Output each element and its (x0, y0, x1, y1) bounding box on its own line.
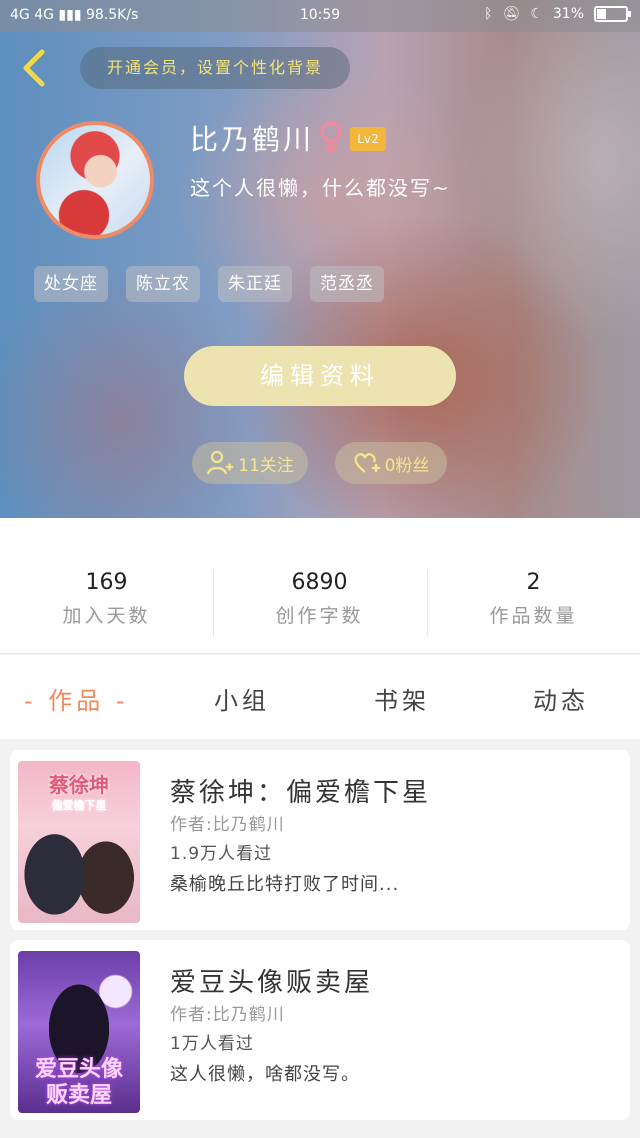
avatar[interactable] (36, 121, 154, 239)
tag-item[interactable]: 范丞丞 (310, 266, 384, 302)
work-views: 1.9万人看过 (170, 844, 273, 864)
cover-subtitle: 贩卖屋 (45, 1083, 112, 1108)
vip-banner-button[interactable]: 开通会员，设置个性化背景 (80, 47, 350, 89)
tab-bar: - 作品 - 小组 书架 动态 (0, 655, 640, 739)
profile-header: 4G 4G ▮▮▮ 98.5K/s 10:59 ᛒ 🔕︎ ☾ 31% 开通会员，… (0, 0, 640, 518)
heart-plus-icon (354, 453, 380, 473)
fans-count: 0粉丝 (384, 455, 430, 476)
edit-profile-button[interactable]: 编辑资料 (184, 346, 456, 406)
battery-level (597, 9, 606, 19)
work-author: 作者:比乃鹤川 (170, 1005, 285, 1025)
tag-item[interactable]: 处女座 (34, 266, 108, 302)
book-cover: 爱豆头像 贩卖屋 (18, 951, 140, 1113)
status-icons: ᛒ 🔕︎ ☾ 31% (484, 6, 631, 22)
stat-value: 169 (85, 570, 128, 595)
stats-panel: 169 加入天数 6890 创作字数 2 作品数量 (0, 518, 640, 654)
cover-subtitle: 偏爱檐下星 (51, 799, 107, 812)
work-author: 作者:比乃鹤川 (170, 815, 285, 835)
cover-title: 蔡徐坤 (49, 773, 109, 797)
fans-button[interactable]: 0粉丝 (335, 442, 447, 484)
work-title: 蔡徐坤：偏爱檐下星 (170, 778, 432, 808)
following-button[interactable]: 11关注 (192, 442, 308, 484)
level-badge: Lv2 (350, 127, 386, 151)
work-description: 桑榆晚丘比特打败了时间... (170, 874, 400, 895)
work-description: 这人很懒，啥都没写。 (170, 1064, 360, 1085)
stat-value: 6890 (291, 570, 348, 595)
stat-label: 作品数量 (489, 605, 578, 627)
tab-activity[interactable]: 动态 (533, 681, 589, 716)
battery-icon (594, 6, 631, 22)
tab-bookshelf[interactable]: 书架 (374, 681, 430, 716)
stat-join-days: 169 加入天数 (0, 570, 213, 628)
work-card[interactable]: 蔡徐坤 偏爱檐下星 蔡徐坤：偏爱檐下星 作者:比乃鹤川 1.9万人看过 桑榆晚丘… (10, 750, 630, 930)
work-views: 1万人看过 (170, 1034, 254, 1054)
tag-item[interactable]: 朱正廷 (218, 266, 292, 302)
moon-icon: ☾ (530, 6, 543, 22)
work-card[interactable]: 爱豆头像 贩卖屋 爱豆头像贩卖屋 作者:比乃鹤川 1万人看过 这人很懒，啥都没写… (10, 940, 630, 1120)
add-user-icon (207, 450, 234, 475)
stat-word-count: 6890 创作字数 (213, 570, 426, 628)
username: 比乃鹤川 (190, 123, 315, 156)
bio-text: 这个人很懒，什么都没写~ (190, 176, 451, 200)
status-bar: 4G 4G ▮▮▮ 98.5K/s 10:59 ᛒ 🔕︎ ☾ 31% (0, 0, 640, 32)
tab-groups[interactable]: 小组 (214, 681, 270, 716)
work-title: 爱豆头像贩卖屋 (170, 968, 374, 998)
chevron-left-icon (23, 49, 45, 87)
bluetooth-icon: ᛒ (484, 6, 493, 22)
bell-mute-icon: 🔕︎ (502, 6, 521, 22)
female-gender-icon (316, 120, 346, 160)
following-count: 11关注 (238, 455, 294, 476)
tag-item[interactable]: 陈立农 (126, 266, 200, 302)
stat-label: 创作字数 (275, 605, 364, 627)
stat-works-count: 2 作品数量 (427, 570, 640, 628)
stat-value: 2 (526, 570, 541, 595)
back-button[interactable] (16, 48, 52, 88)
stat-label: 加入天数 (62, 605, 151, 627)
book-cover: 蔡徐坤 偏爱檐下星 (18, 761, 140, 923)
battery-percent: 31% (552, 6, 584, 22)
tab-works[interactable]: - 作品 - (24, 681, 129, 716)
tag-list: 处女座 陈立农 朱正廷 范丞丞 (34, 266, 384, 302)
